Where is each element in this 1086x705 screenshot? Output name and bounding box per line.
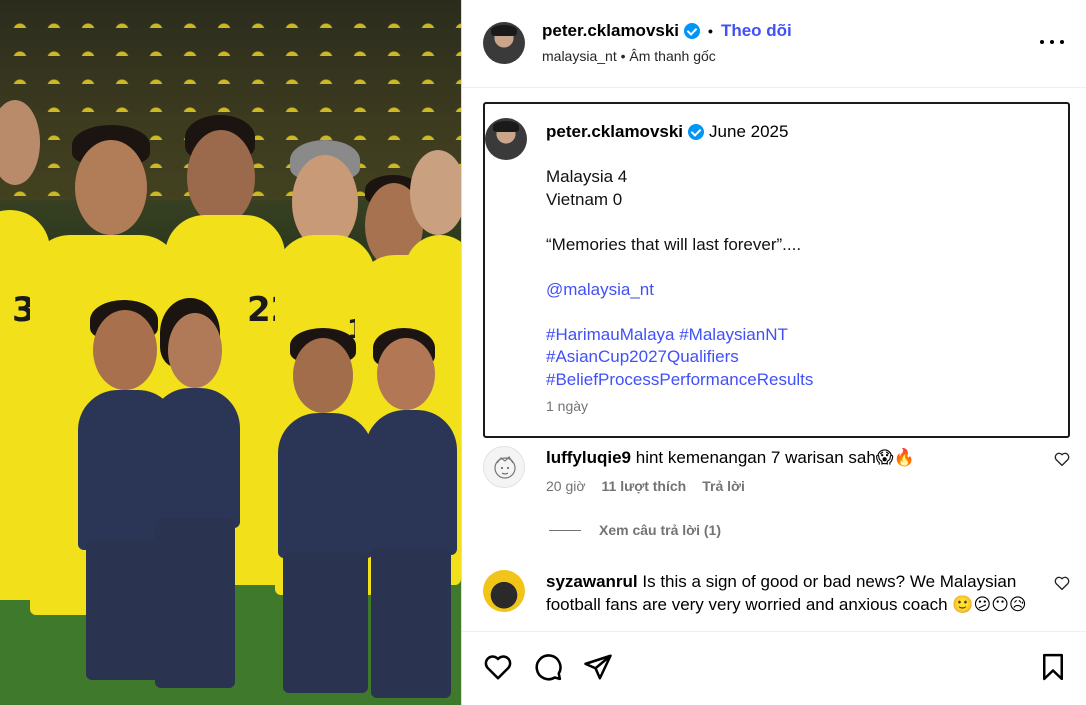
comment-likes[interactable]: 11 lượt thích — [602, 475, 687, 498]
action-bar — [462, 631, 1086, 705]
comment-body: syzawanrul Is this a sign of good or bad… — [546, 570, 1051, 616]
commenter-avatar[interactable] — [483, 446, 525, 488]
hashtag-link[interactable]: #AsianCup2027Qualifiers — [546, 346, 1046, 369]
comment-body: luffyluqie9 hint kemenangan 7 warisan sa… — [546, 446, 1051, 498]
commenter-username[interactable]: syzawanrul — [546, 572, 638, 591]
view-replies-label[interactable]: Xem câu trả lời (1) — [599, 522, 721, 538]
share-paper-plane-icon[interactable] — [583, 652, 613, 682]
more-options-icon[interactable] — [1040, 30, 1064, 54]
follow-button[interactable]: Theo dõi — [721, 21, 792, 41]
author-username[interactable]: peter.cklamovski — [542, 21, 679, 41]
child-3 — [278, 328, 373, 705]
comment-bubble-icon[interactable] — [533, 652, 563, 682]
hashtag-link[interactable]: #BeliefProcessPerformanceResults — [546, 369, 1046, 392]
verified-badge-icon — [684, 23, 701, 39]
mention-link[interactable]: @malaysia_nt — [546, 279, 1046, 302]
caption-box: peter.cklamovski June 2025 Malaysia 4 Vi… — [483, 102, 1070, 438]
replies-divider — [549, 529, 581, 531]
like-heart-icon[interactable] — [483, 652, 513, 682]
caption-username[interactable]: peter.cklamovski — [546, 122, 683, 142]
child-4 — [365, 328, 457, 705]
caption-line — [546, 256, 1046, 279]
caption-line: Vietnam 0 — [546, 189, 623, 209]
view-replies-button[interactable]: Xem câu trả lời (1) — [549, 522, 721, 538]
commenter-avatar[interactable] — [483, 570, 525, 612]
caption-line: “Memories that will last forever”.... — [546, 234, 802, 254]
hashtag-link[interactable]: #HarimauMalaya #MalaysianNT — [546, 324, 1046, 347]
like-comment-heart-icon[interactable] — [1053, 450, 1071, 468]
post-photo[interactable]: 3 22 18 — [0, 0, 461, 705]
audio-subline[interactable]: malaysia_nt • Âm thanh gốc — [542, 48, 716, 64]
caption-timestamp: 1 ngày — [546, 398, 589, 414]
save-bookmark-icon[interactable] — [1038, 652, 1068, 682]
comment-meta: 20 giờ 11 lượt thích Trả lời — [546, 475, 1051, 498]
like-comment-heart-icon[interactable] — [1053, 574, 1071, 592]
caption-line — [546, 301, 1046, 324]
caption-author-avatar[interactable] — [485, 118, 527, 160]
caption-date: June 2025 — [709, 122, 789, 141]
caption-line: Malaysia 4 — [546, 167, 628, 186]
post-header: peter.cklamovski • Theo dõi malaysia_nt … — [462, 0, 1086, 88]
child-2 — [150, 298, 240, 705]
caption-author-row: peter.cklamovski June 2025 — [546, 122, 788, 142]
caption-line — [546, 211, 1046, 234]
comment-time: 20 giờ — [546, 478, 586, 494]
verified-badge-icon — [688, 124, 705, 140]
separator-dot: • — [708, 23, 713, 39]
author-avatar[interactable] — [483, 22, 525, 64]
comment-text: hint kemenangan 7 warisan sah😱🔥 — [635, 448, 915, 467]
caption-text: Malaysia 4 Vietnam 0 “Memories that will… — [546, 166, 1046, 391]
commenter-username[interactable]: luffyluqie9 — [546, 448, 631, 467]
reply-button[interactable]: Trả lời — [702, 475, 745, 498]
author-row: peter.cklamovski • Theo dõi — [542, 21, 792, 41]
sketch-face-icon — [494, 456, 516, 479]
post-details-panel: peter.cklamovski • Theo dõi malaysia_nt … — [461, 0, 1086, 705]
